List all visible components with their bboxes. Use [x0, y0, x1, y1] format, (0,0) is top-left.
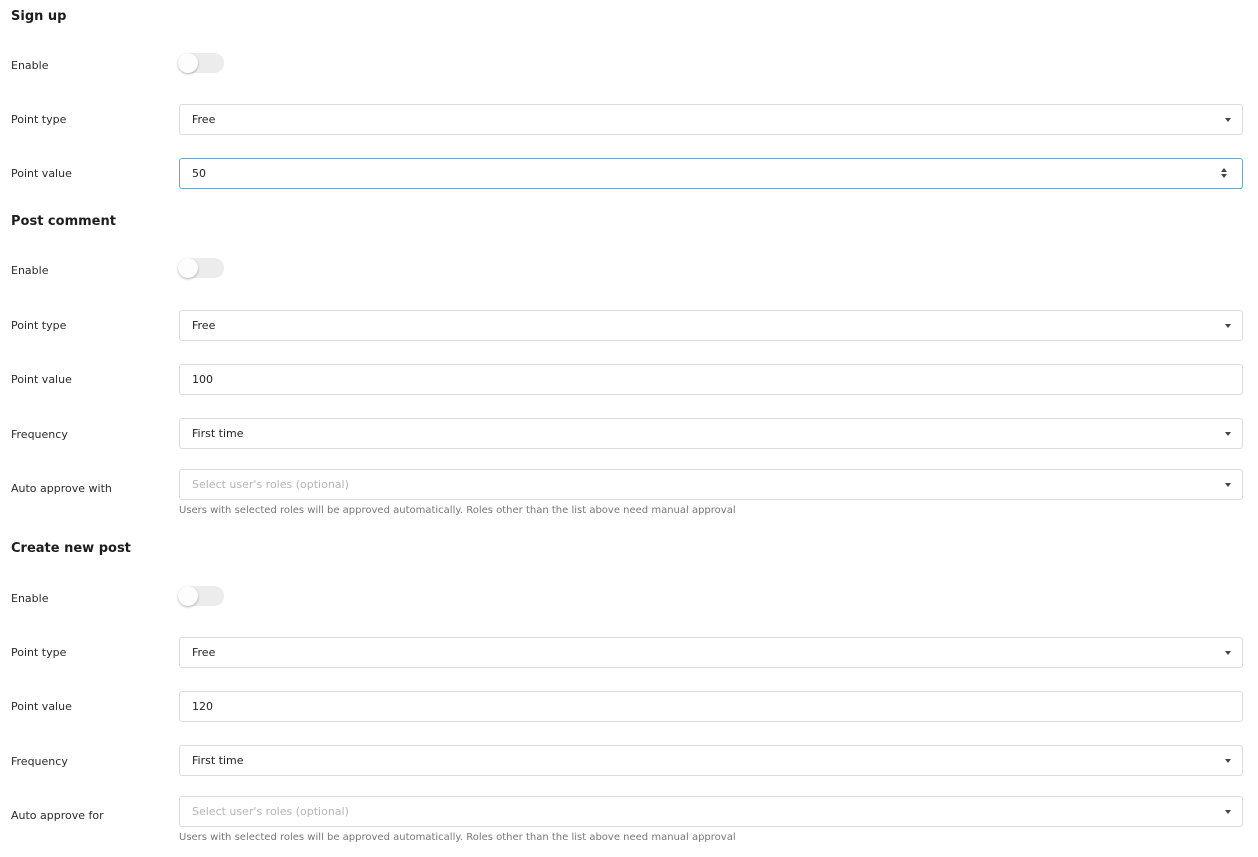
select-value: First time: [192, 427, 244, 440]
post-comment-point-type-label: Point type: [11, 319, 67, 332]
input-value: 120: [192, 700, 213, 713]
chevron-down-icon: [1225, 118, 1231, 122]
input-value: 100: [192, 373, 213, 386]
post-comment-frequency-label: Frequency: [11, 428, 68, 441]
post-comment-point-value-label: Point value: [11, 373, 72, 386]
sign-up-point-value-input[interactable]: 50: [179, 158, 1243, 189]
chevron-down-icon: [1225, 432, 1231, 436]
toggle-knob: [178, 586, 198, 606]
post-comment-enable-toggle[interactable]: [178, 258, 224, 278]
post-comment-auto-approve-label: Auto approve with: [11, 482, 112, 495]
post-comment-point-value-input[interactable]: 100: [179, 364, 1243, 395]
number-spinner-icon[interactable]: [1221, 168, 1229, 180]
toggle-knob: [178, 53, 198, 73]
create-post-frequency-select[interactable]: First time: [179, 745, 1243, 776]
post-comment-auto-approve-select[interactable]: Select user's roles (optional): [179, 469, 1243, 500]
sign-up-point-type-label: Point type: [11, 113, 67, 126]
input-value: 50: [192, 167, 206, 180]
select-value: First time: [192, 754, 244, 767]
chevron-down-icon: [1225, 810, 1231, 814]
post-comment-enable-label: Enable: [11, 264, 49, 277]
chevron-down-icon: [1225, 483, 1231, 487]
section-title-create-new-post: Create new post: [11, 541, 131, 556]
create-post-point-type-label: Point type: [11, 646, 67, 659]
sign-up-enable-toggle[interactable]: [178, 53, 224, 73]
toggle-knob: [178, 258, 198, 278]
select-value: Free: [192, 113, 216, 126]
create-post-point-type-select[interactable]: Free: [179, 637, 1243, 668]
sign-up-enable-label: Enable: [11, 59, 49, 72]
sign-up-point-type-select[interactable]: Free: [179, 104, 1243, 135]
select-placeholder: Select user's roles (optional): [192, 805, 349, 818]
select-value: Free: [192, 646, 216, 659]
create-post-auto-approve-label: Auto approve for: [11, 809, 104, 822]
post-comment-frequency-select[interactable]: First time: [179, 418, 1243, 449]
chevron-down-icon: [1225, 759, 1231, 763]
sign-up-point-value-label: Point value: [11, 167, 72, 180]
create-post-enable-toggle[interactable]: [178, 586, 224, 606]
chevron-down-icon: [1225, 651, 1231, 655]
post-comment-point-type-select[interactable]: Free: [179, 310, 1243, 341]
section-title-sign-up: Sign up: [11, 9, 67, 24]
select-value: Free: [192, 319, 216, 332]
post-comment-auto-approve-help: Users with selected roles will be approv…: [179, 505, 736, 516]
create-post-enable-label: Enable: [11, 592, 49, 605]
section-title-post-comment: Post comment: [11, 214, 116, 229]
create-post-auto-approve-select[interactable]: Select user's roles (optional): [179, 796, 1243, 827]
chevron-down-icon: [1225, 324, 1231, 328]
select-placeholder: Select user's roles (optional): [192, 478, 349, 491]
create-post-point-value-input[interactable]: 120: [179, 691, 1243, 722]
create-post-frequency-label: Frequency: [11, 755, 68, 768]
create-post-auto-approve-help: Users with selected roles will be approv…: [179, 832, 736, 843]
create-post-point-value-label: Point value: [11, 700, 72, 713]
